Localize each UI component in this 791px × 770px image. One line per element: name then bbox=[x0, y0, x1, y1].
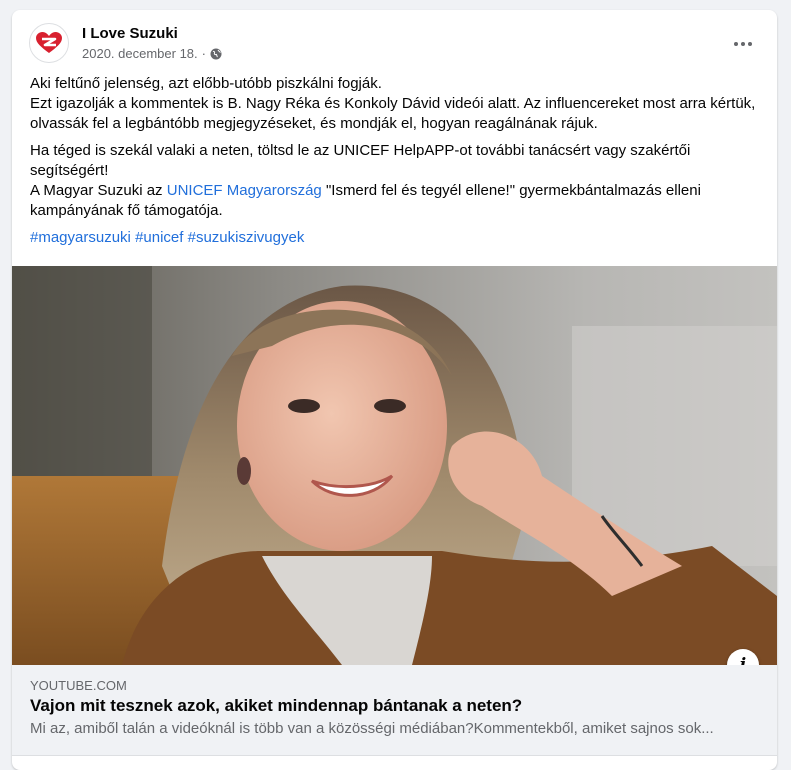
post-date[interactable]: 2020. december 18. bbox=[82, 46, 198, 61]
more-options-icon bbox=[734, 42, 738, 46]
page-name[interactable]: I Love Suzuki bbox=[82, 25, 178, 42]
link-preview-domain: YOUTUBE.COM bbox=[30, 678, 127, 693]
post-paragraph-3: A Magyar Suzuki az UNICEF Magyarország "… bbox=[30, 182, 701, 219]
post-meta: 2020. december 18. · bbox=[82, 46, 222, 61]
hashtag-suzukiszivugyek[interactable]: #suzukiszivugyek bbox=[188, 229, 305, 246]
hashtags: #magyarsuzuki #unicef #suzukiszivugyek bbox=[30, 228, 759, 248]
post-text: Aki feltűnő jelenség, azt előbb-utóbb pi… bbox=[12, 74, 777, 248]
hashtag-magyarsuzuki[interactable]: #magyarsuzuki bbox=[30, 229, 131, 246]
page-avatar[interactable] bbox=[29, 23, 69, 63]
meta-separator: · bbox=[201, 46, 206, 61]
more-options-button[interactable] bbox=[725, 28, 761, 60]
link-preview-title[interactable]: Vajon mit tesznek azok, akiket mindennap… bbox=[30, 696, 522, 716]
post-paragraph-1: Aki feltűnő jelenség, azt előbb-utóbb pi… bbox=[30, 75, 756, 132]
link-preview[interactable]: YOUTUBE.COM Vajon mit tesznek azok, akik… bbox=[12, 665, 777, 756]
post-header: I Love Suzuki 2020. december 18. · bbox=[12, 10, 777, 74]
globe-icon[interactable] bbox=[210, 48, 222, 60]
video-thumbnail[interactable] bbox=[12, 266, 777, 665]
hashtag-unicef[interactable]: #unicef bbox=[135, 229, 183, 246]
post-card: I Love Suzuki 2020. december 18. · Aki f… bbox=[12, 10, 777, 770]
unicef-magyarorszag-link[interactable]: UNICEF Magyarország bbox=[167, 182, 322, 199]
suzuki-heart-logo-icon bbox=[36, 32, 62, 53]
post-paragraph-2: Ha téged is szekál valaki a neten, tölts… bbox=[30, 142, 691, 179]
link-preview-description: Mi az, amiből talán a videóknál is több … bbox=[30, 720, 714, 737]
video-thumbnail-image bbox=[12, 266, 777, 665]
